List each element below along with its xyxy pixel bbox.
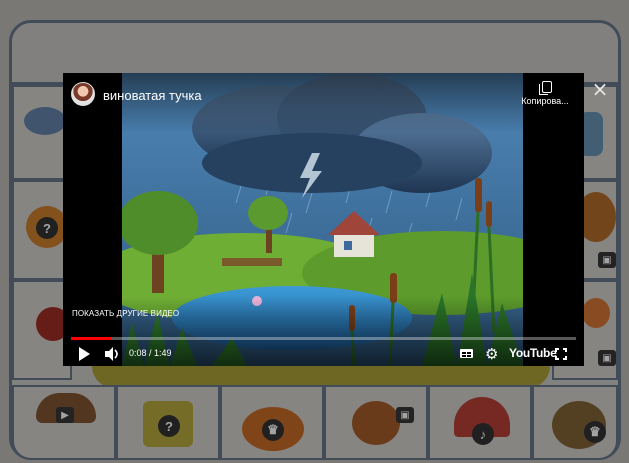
video-player[interactable]: виноватая тучка Копирова... ПОКАЗАТЬ ДРУ… [63,73,584,366]
youtube-logo[interactable]: YouTube [509,346,557,360]
time-display: 0:08 / 1:49 [129,348,172,358]
copy-link-button[interactable]: Копирова... [515,81,575,106]
fs-corner [563,348,567,352]
close-icon[interactable]: × [591,79,609,99]
progress-fill [71,337,112,340]
subtitles-glyph [460,349,473,358]
player-controls: 0:08 / 1:49 ⚙ YouTube [63,343,584,365]
copy-link-label: Копирова... [521,96,569,106]
volume-icon[interactable] [103,345,121,363]
subtitles-icon[interactable] [459,345,475,363]
fs-corner [555,356,559,360]
channel-avatar[interactable] [71,82,95,106]
video-title[interactable]: виноватая тучка [103,88,202,103]
play-icon[interactable] [77,345,91,363]
progress-bar[interactable] [71,337,576,340]
copy-icon [539,81,552,95]
volume-glyph [105,347,118,361]
gear-icon[interactable]: ⚙ [485,345,501,363]
fs-corner [555,348,559,352]
top-gradient [63,73,584,133]
more-videos-link[interactable]: ПОКАЗАТЬ ДРУГИЕ ВИДЕО [72,309,179,318]
fullscreen-icon[interactable] [554,345,568,363]
fs-corner [563,356,567,360]
